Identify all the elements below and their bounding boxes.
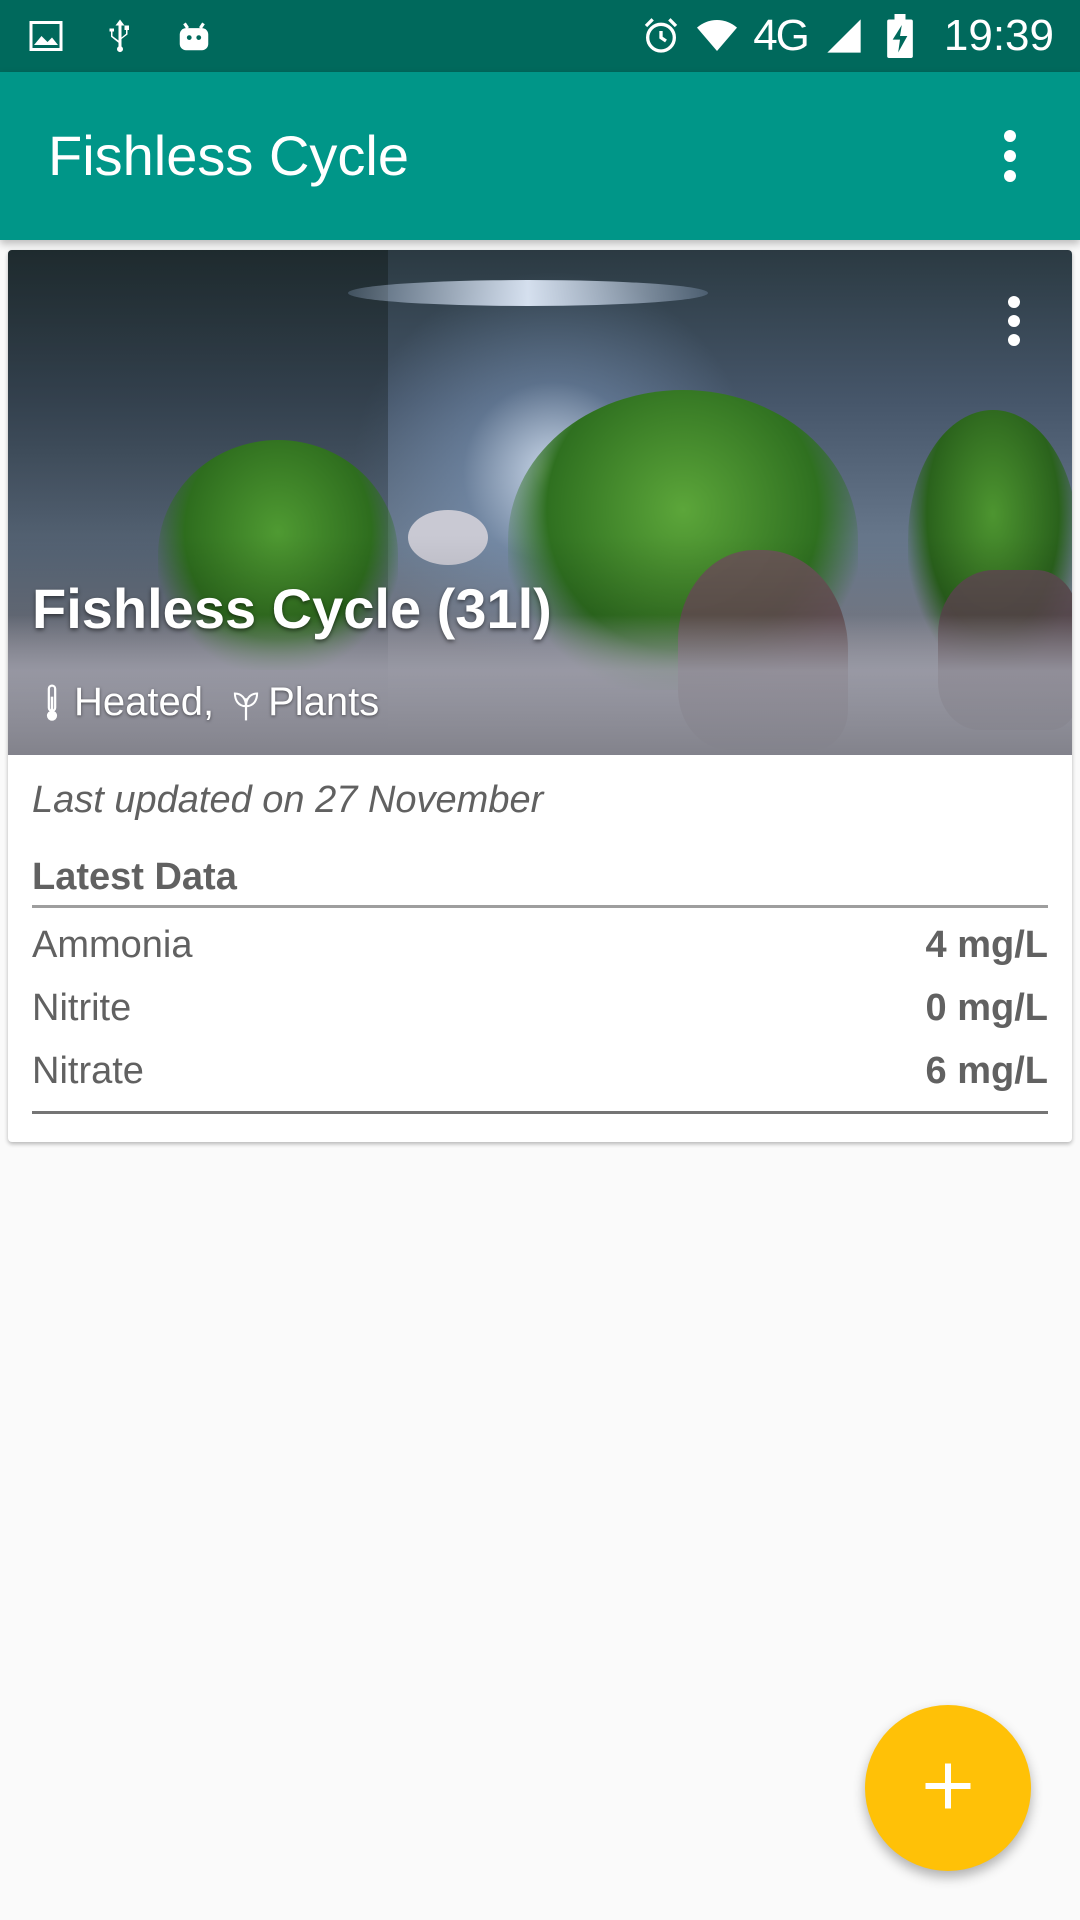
reading-row-nitrite: Nitrite 0 mg/L: [32, 977, 1048, 1040]
status-bar: 4G 19:39: [0, 0, 1080, 72]
app-title: Fishless Cycle: [48, 124, 409, 187]
reading-value: 6 mg/L: [925, 1050, 1048, 1092]
latest-data-header: Latest Data: [32, 856, 1048, 908]
thermometer-icon: [38, 683, 66, 723]
tag-heated: Heated,: [74, 680, 215, 724]
tag-plants: Plants: [268, 680, 380, 724]
alarm-icon: [641, 16, 681, 56]
latest-data-table: Ammonia 4 mg/L Nitrite 0 mg/L Nitrate 6 …: [32, 914, 1048, 1114]
tank-title: Fishless Cycle (31l): [32, 577, 552, 640]
reading-label: Nitrite: [32, 987, 132, 1029]
app-bar: Fishless Cycle: [0, 72, 1080, 240]
wifi-icon: [697, 16, 738, 56]
battery-charging-icon: [880, 14, 920, 58]
reading-value: 4 mg/L: [925, 924, 1048, 966]
last-updated: Last updated on 27 November: [32, 779, 544, 821]
card-body: Last updated on 27 November Latest Data …: [8, 779, 1072, 1114]
signal-icon: [824, 16, 864, 56]
add-tank-button[interactable]: [865, 1705, 1031, 1871]
reading-label: Nitrate: [32, 1050, 144, 1092]
reading-row-nitrate: Nitrate 6 mg/L: [32, 1040, 1048, 1103]
card-more-vert-icon[interactable]: [994, 286, 1034, 356]
gallery-icon: [26, 16, 66, 56]
reading-row-ammonia: Ammonia 4 mg/L: [32, 914, 1048, 977]
more-vert-icon[interactable]: [980, 116, 1040, 196]
tank-tags: Heated, Plants: [38, 680, 379, 725]
add-icon: [918, 1756, 978, 1821]
clock: 19:39: [943, 11, 1054, 60]
tank-card[interactable]: Fishless Cycle (31l) Heated, Plants Last…: [8, 250, 1072, 1142]
usb-icon: [100, 16, 140, 56]
plant-icon: [232, 683, 260, 723]
reading-value: 0 mg/L: [925, 987, 1048, 1029]
reading-label: Ammonia: [32, 924, 193, 966]
android-debug-icon: [174, 16, 214, 56]
network-type: 4G: [753, 11, 810, 60]
tank-photo: Fishless Cycle (31l) Heated, Plants: [8, 250, 1072, 755]
